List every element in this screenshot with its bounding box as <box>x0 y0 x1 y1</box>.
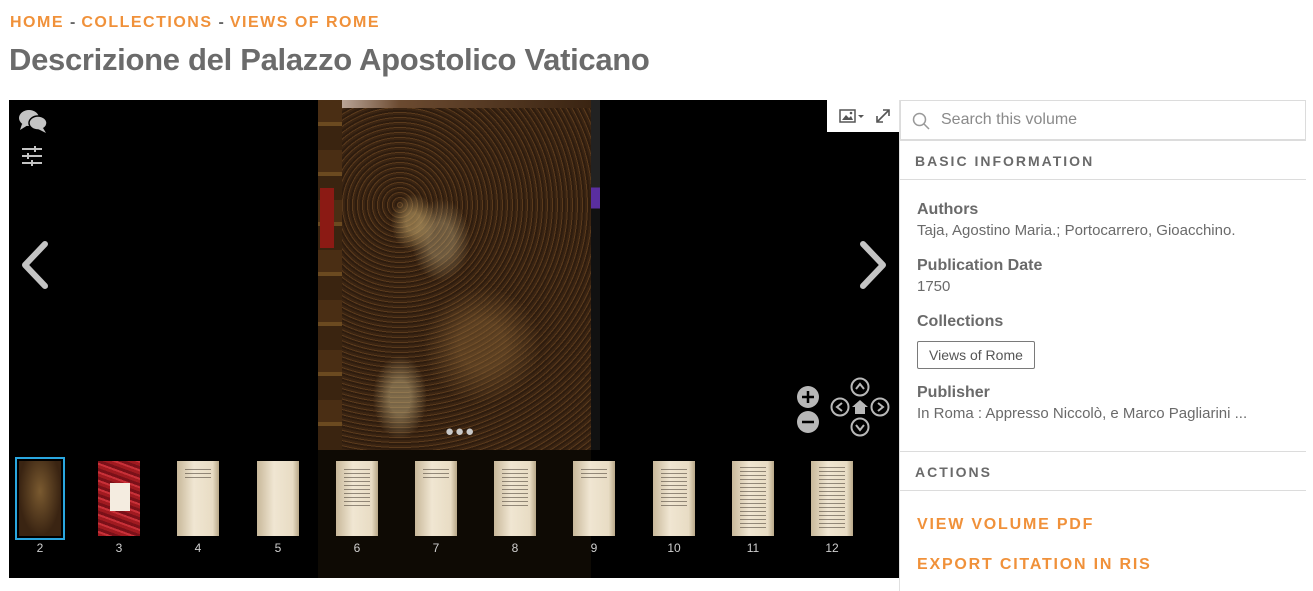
thumbnail-page-number: 5 <box>274 541 282 555</box>
thumbnail-page-image <box>257 461 299 536</box>
comments-icon[interactable] <box>18 108 48 134</box>
breadcrumb-views-of-rome[interactable]: VIEWS OF ROME <box>230 14 380 31</box>
spine-label <box>320 188 334 248</box>
thumbnail-page-number: 12 <box>825 541 839 555</box>
breadcrumb-collections[interactable]: COLLECTIONS <box>81 14 212 31</box>
thumbnail-page-number: 6 <box>353 541 361 555</box>
actions-header: ACTIONS <box>900 451 1306 491</box>
collection-tag-button[interactable]: Views of Rome <box>917 341 1035 369</box>
publication-date-label: Publication Date <box>917 257 1043 274</box>
thumbnail-page-number: 8 <box>511 541 519 555</box>
thumbnail-page-image <box>494 461 536 536</box>
thumbnail-page-number: 11 <box>746 541 760 555</box>
page-thumbnail[interactable] <box>97 460 141 537</box>
pan-up-icon[interactable] <box>850 377 870 397</box>
search-icon <box>912 112 930 130</box>
info-sidebar: BASIC INFORMATION Authors Taja, Agostino… <box>899 100 1306 591</box>
book-top-edge <box>318 100 591 108</box>
page-thumbnail[interactable] <box>15 457 65 540</box>
basic-information-header: BASIC INFORMATION <box>900 140 1306 180</box>
section-title: ACTIONS <box>915 464 992 480</box>
page-thumbnail[interactable] <box>652 460 696 537</box>
view-volume-pdf-link[interactable]: VIEW VOLUME PDF <box>917 516 1094 534</box>
page-thumbnail[interactable] <box>256 460 300 537</box>
pan-down-icon[interactable] <box>850 417 870 437</box>
thumbnail-text-lines <box>581 469 607 481</box>
book-viewer[interactable]: ●●● 2 3 4 5 6 7 8 9 10 11 12 <box>9 100 899 578</box>
page-thumbnail[interactable] <box>572 460 616 537</box>
publisher-label: Publisher <box>917 384 990 401</box>
breadcrumb-home[interactable]: HOME <box>10 14 64 31</box>
next-page-icon[interactable] <box>857 240 889 290</box>
page-thumbnail[interactable] <box>731 460 775 537</box>
page-thumbnail[interactable] <box>176 460 220 537</box>
thumbnail-page-image <box>573 461 615 536</box>
thumbnail-page-image <box>336 461 378 536</box>
page-thumbnail[interactable] <box>493 460 537 537</box>
previous-page-icon[interactable] <box>19 240 51 290</box>
breadcrumb-separator: - <box>70 14 76 31</box>
book-page-image[interactable] <box>318 100 591 450</box>
thumbnail-page-number: 2 <box>36 541 44 555</box>
breadcrumb: HOME - COLLECTIONS - VIEWS OF ROME <box>10 14 380 32</box>
export-citation-ris-link[interactable]: EXPORT CITATION IN RIS <box>917 556 1152 574</box>
thumbnail-page-image <box>415 461 457 536</box>
thumbnail-text-lines <box>740 467 766 531</box>
search-volume-input[interactable] <box>941 109 1291 131</box>
thumbnail-page-number: 10 <box>667 541 681 555</box>
page-dots-icon[interactable]: ●●● <box>445 423 475 440</box>
thumbnail-text-lines <box>502 469 528 509</box>
thumbnail-text-lines <box>819 467 845 531</box>
zoom-out-icon[interactable] <box>796 410 820 434</box>
page-thumbnail[interactable] <box>335 460 379 537</box>
page-thumbnail[interactable] <box>414 460 458 537</box>
adjustments-icon[interactable] <box>21 146 43 166</box>
thumbnail-strip[interactable]: 2 3 4 5 6 7 8 9 10 11 12 <box>9 450 899 578</box>
page-title: Descrizione del Palazzo Apostolico Vatic… <box>9 42 650 77</box>
zoom-in-icon[interactable] <box>796 385 820 409</box>
thumbnail-page-image <box>177 461 219 536</box>
section-title: BASIC INFORMATION <box>915 153 1095 169</box>
pan-left-icon[interactable] <box>830 397 850 417</box>
thumbnail-page-number: 9 <box>590 541 598 555</box>
authors-label: Authors <box>917 201 979 218</box>
book-side-edge <box>591 100 600 450</box>
thumbnail-page-image <box>98 461 140 536</box>
thumbnail-text-lines <box>423 469 449 481</box>
thumbnail-text-lines <box>185 469 211 481</box>
thumbnail-page-number: 3 <box>115 541 123 555</box>
book-spine <box>318 100 342 450</box>
thumbnail-text-lines <box>661 469 687 509</box>
thumbnail-text-lines <box>344 469 370 509</box>
thumbnail-page-number: 4 <box>194 541 202 555</box>
collections-label: Collections <box>917 313 1004 330</box>
fullscreen-icon[interactable] <box>874 107 892 125</box>
pan-right-icon[interactable] <box>870 397 890 417</box>
breadcrumb-separator: - <box>218 14 224 31</box>
thumbnail-page-image <box>811 461 853 536</box>
search-box <box>900 100 1306 140</box>
authors-value: Taja, Agostino Maria.; Portocarrero, Gio… <box>917 222 1236 239</box>
image-toolbar <box>827 100 899 132</box>
thumbnail-page-image <box>732 461 774 536</box>
thumbnail-page-image <box>19 461 61 536</box>
thumbnail-page-image <box>653 461 695 536</box>
pan-home-icon[interactable] <box>850 397 870 417</box>
publisher-value: In Roma : Appresso Niccolò, e Marco Pagl… <box>917 405 1248 422</box>
page-thumbnail[interactable] <box>810 460 854 537</box>
publication-date-value: 1750 <box>917 278 951 295</box>
thumbnail-page-number: 7 <box>432 541 440 555</box>
image-options-icon[interactable] <box>839 108 865 124</box>
